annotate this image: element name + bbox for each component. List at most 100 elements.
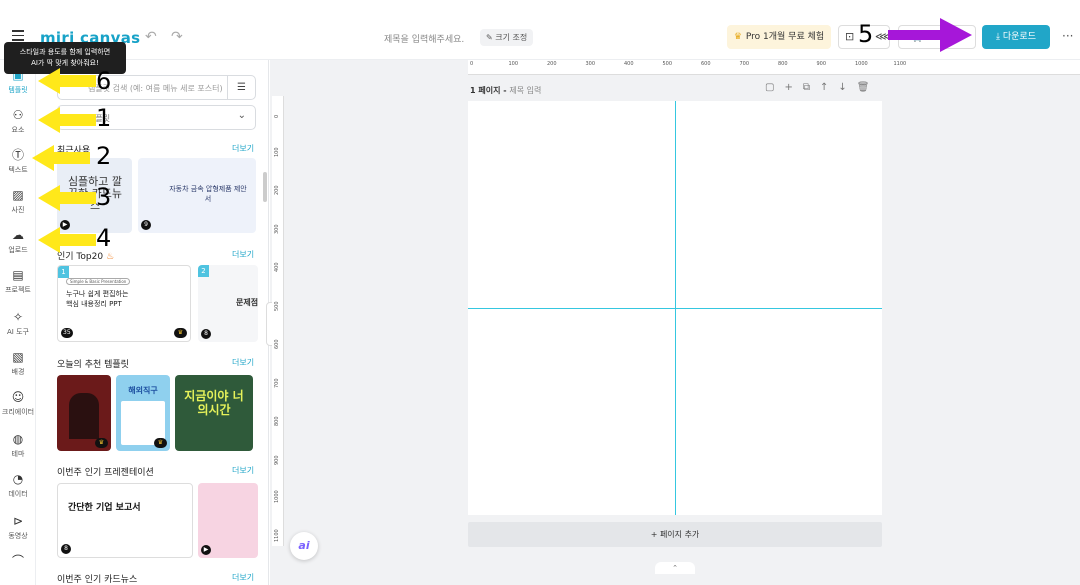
redo-icon[interactable]: ↷ (171, 30, 185, 44)
doc-title-input[interactable]: 제목을 입력해주세요. (384, 32, 464, 45)
ruler-top-tick: 600 (701, 61, 711, 67)
premium-crown-icon: ♛ (95, 438, 108, 448)
theme-icon: ◍ (12, 432, 24, 446)
crown-icon: ♛ (733, 32, 742, 42)
ruler-left-tick: 700 (274, 377, 280, 388)
more-rail-icon: ⌒ (11, 554, 24, 568)
page-toolbar: ▢+⧉↑↓🗑 (765, 82, 879, 93)
presentation-thumb-1[interactable]: 간단한 기업 보고서 8 (57, 483, 193, 558)
data-icon: ◔ (12, 472, 24, 486)
move-down-icon[interactable]: ↓ (838, 82, 856, 93)
rank-badge: 2 (198, 265, 209, 277)
creator-icon: ☺ (11, 390, 25, 404)
upload-icon: ☁ (12, 228, 24, 242)
cardnews-more-link[interactable]: 더보기 (232, 572, 254, 583)
rail-item-theme[interactable]: ◍ 테마 (0, 432, 36, 459)
fire-icon: ♨ (105, 252, 115, 262)
video-icon: ⊳ (12, 514, 24, 528)
ruler-left-tick: 800 (274, 416, 280, 426)
annotation-label-3: 3 (96, 183, 112, 211)
recent-more-link[interactable]: 더보기 (232, 143, 254, 154)
panel-scrollbar[interactable] (263, 172, 267, 202)
recommended-thumb-3[interactable]: 지금이야 너의시간 (175, 375, 253, 451)
ruler-top-tick: 1100 (893, 61, 907, 67)
rail-item-photo[interactable]: ▨ 사진 (0, 188, 36, 215)
annotation-arrow-2 (32, 145, 90, 171)
page-count-badge: 35 (61, 328, 73, 338)
recent-thumb-2[interactable]: 자동차 금속 압형제품 제안서 9 (138, 158, 256, 233)
ruler-top-tick: 700 (739, 61, 750, 67)
top20-thumb-1[interactable]: 1 Simple & Basic Presentation 누구나 쉽게 편집하… (57, 265, 191, 342)
presentation-section-title: 이번주 인기 프레젠테이션 (57, 468, 154, 478)
ruler-left-tick: 200 (274, 185, 280, 195)
pro-trial-button[interactable]: ♛ Pro 1개월 무료 체험 (727, 25, 831, 49)
annotation-label-5: 5 (858, 20, 874, 48)
text-icon: Ⓣ (11, 148, 24, 162)
ruler-top: 0 100 200 300 400 500 600 700 800 900 1000 1100 (468, 60, 1080, 75)
top20-thumb-1-tag: Simple & Basic Presentation (66, 278, 131, 285)
rail-item-data[interactable]: ◔ 데이터 (0, 472, 36, 499)
recommended-more-link[interactable]: 더보기 (232, 357, 254, 368)
save-icon[interactable]: ⊡ (845, 30, 854, 43)
more-menu-icon[interactable]: ··· (1062, 29, 1073, 43)
resize-button[interactable]: ✎ 크기 조정 (480, 29, 534, 46)
annotation-label-4: 4 (96, 224, 112, 252)
annotation-arrow-1 (38, 107, 96, 133)
annotation-label-2: 2 (96, 142, 112, 170)
presentation-more-link[interactable]: 더보기 (232, 465, 254, 476)
bottom-panel-handle[interactable]: ⌃ (655, 562, 695, 574)
rail-item-video[interactable]: ⊳ 동영상 (0, 514, 36, 541)
left-rail: ▣ 템플릿 ⚇ 요소 Ⓣ 텍스트 ▨ 사진 ☁ 업로드 ▤ 프로젝트 ✧ AI 도구 ▧ 배경 … (0, 60, 36, 585)
rail-item-more[interactable]: ⌒ (0, 554, 36, 569)
ruler-top-tick: 800 (778, 61, 788, 67)
filter-icon[interactable]: ☰ (227, 76, 255, 99)
page-count-badge: 8 (61, 544, 71, 554)
guide-horizontal (468, 308, 882, 309)
page-label: 1 페이지 - 제목 입력 (470, 86, 542, 95)
download-button[interactable]: ⤓ 다운로드 (982, 25, 1050, 49)
resize-icon: ✎ (486, 33, 496, 42)
recommended-thumb-2[interactable]: 해외직구 ♛ (116, 375, 170, 451)
recommended-thumb-1[interactable]: ♛ (57, 375, 111, 451)
ruler-top-tick: 200 (547, 61, 557, 67)
recommended-section-title: 오늘의 추천 템플릿 (57, 360, 129, 370)
top20-thumb-1-line1: 누구나 쉽게 편집하는 (66, 290, 129, 298)
ruler-left-tick: 1000 (274, 490, 280, 503)
ruler-left-tick: 100 (274, 146, 280, 157)
rail-item-elements[interactable]: ⚇ 요소 (0, 108, 36, 135)
rail-item-text[interactable]: Ⓣ 텍스트 (0, 148, 36, 175)
rail-item-background[interactable]: ▧ 배경 (0, 350, 36, 377)
add-page-button[interactable]: + 페이지 추가 (468, 522, 882, 547)
rail-item-project[interactable]: ▤ 프로젝트 (0, 268, 36, 295)
resize-label: 크기 조정 (495, 33, 528, 42)
ruler-top-tick: 500 (662, 61, 673, 67)
rail-item-ai-tools[interactable]: ✧ AI 도구 (0, 310, 36, 337)
page-count-badge: 8 (201, 329, 211, 339)
page-title-input[interactable]: 제목 입력 (509, 86, 541, 95)
undo-icon[interactable]: ↶ (145, 30, 159, 44)
pro-trial-label: Pro 1개월 무료 체험 (745, 32, 825, 42)
rail-item-upload[interactable]: ☁ 업로드 (0, 228, 36, 255)
top20-more-link[interactable]: 더보기 (232, 249, 254, 260)
top20-thumb-2[interactable]: 2 문제점 8 (198, 265, 258, 342)
presentation-thumb-2[interactable]: ▶ (198, 483, 258, 558)
ruler-top-tick: 400 (624, 61, 634, 67)
ruler-top-tick: 0 (470, 61, 474, 67)
ruler-left-tick: 900 (274, 454, 280, 465)
move-up-icon[interactable]: ↑ (820, 82, 838, 93)
hamburger-menu-icon[interactable] (12, 30, 24, 41)
ruler-left-tick: 1100 (274, 528, 280, 542)
rail-item-creator[interactable]: ☺ 크리에이터 (0, 390, 36, 417)
ruler-left-tick: 300 (274, 223, 280, 234)
duplicate-page-icon[interactable]: ⧉ (803, 82, 820, 93)
presentation-thumb-1-title: 간단한 기업 보고서 (68, 503, 141, 513)
annotation-arrow-3 (38, 185, 96, 211)
ruler-left-tick: 400 (274, 262, 280, 272)
add-page-icon[interactable]: + (784, 82, 802, 93)
page-note-icon[interactable]: ▢ (765, 82, 784, 93)
ai-assistant-button[interactable]: ai (290, 532, 318, 560)
template-panel: 템플릿 검색 (예: 여름 메뉴 세로 포스터) ☰ 템플릿 ⌄ 최근사용 더보… (37, 60, 269, 585)
annotation-arrow-4 (38, 227, 96, 253)
delete-page-icon[interactable]: 🗑 (857, 82, 880, 93)
top20-thumb-2-title: 문제점 (236, 298, 258, 307)
